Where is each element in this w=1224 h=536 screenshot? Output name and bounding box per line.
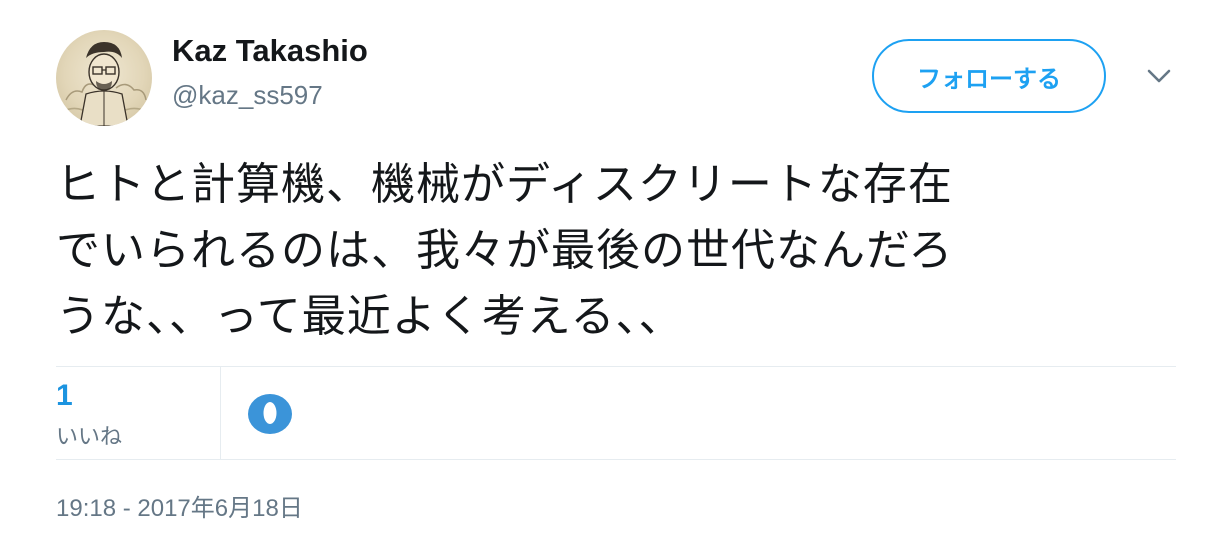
follow-button[interactable]: フォローする [872,39,1106,113]
tweet-text: ヒトと計算機、機械がディスクリートな存在 でいられるのは、我々が最後の世代なんだ… [56,152,1176,350]
likes-label[interactable]: いいね [56,419,122,451]
tweet-text-line: でいられるのは、我々が最後の世代なんだろ [56,225,954,276]
display-name[interactable]: Kaz Takashio [172,33,368,69]
stats-divider [220,367,221,459]
tweet-text-line: うな、、って最近よく考える、、 [56,291,684,342]
tweet-timestamp[interactable]: 19:18 - 2017年6月18日 [56,488,303,523]
avatar[interactable] [56,30,152,126]
likes-count[interactable]: 1 [56,379,73,413]
tweet-card: Kaz Takashio @kaz_ss597 フォローする ヒトと計算機、機械… [0,0,1224,536]
tweet-text-line: ヒトと計算機、機械がディスクリートな存在 [56,159,953,210]
user-handle[interactable]: @kaz_ss597 [172,80,323,111]
liker-avatar-icon[interactable] [246,392,294,436]
tweet-stats: 1 いいね [56,366,1176,460]
avatar-illustration-icon [61,42,149,126]
chevron-down-icon[interactable] [1144,64,1174,88]
